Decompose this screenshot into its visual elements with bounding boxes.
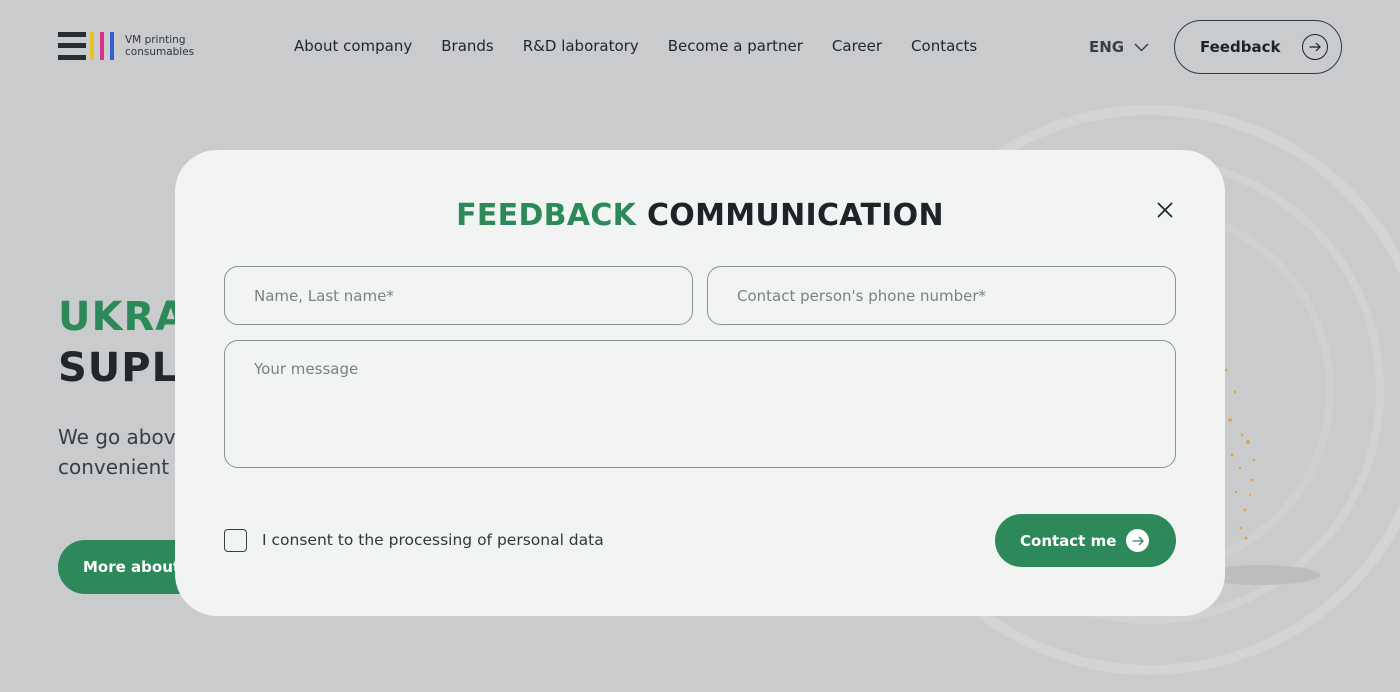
phone-field[interactable] (707, 266, 1176, 325)
feedback-button-label: Feedback (1200, 38, 1281, 56)
logo-text: VM printing consumables (125, 34, 194, 58)
nav-about-company[interactable]: About company (294, 37, 412, 55)
nav-rd-laboratory[interactable]: R&D laboratory (523, 37, 639, 55)
message-field[interactable] (224, 340, 1176, 468)
feedback-button[interactable]: Feedback (1174, 20, 1342, 74)
hero-title-line1: UKRA (58, 294, 188, 340)
close-icon[interactable] (1155, 200, 1175, 220)
logo-text-line2: consumables (125, 46, 195, 58)
logo-mark-icon (58, 32, 118, 60)
site-header: VM printing consumables About company Br… (0, 0, 1400, 92)
logo[interactable]: VM printing consumables (58, 32, 194, 60)
language-selector[interactable]: ENG (1089, 38, 1149, 56)
hero-text-line1: We go above (58, 425, 188, 449)
arrow-right-icon (1126, 529, 1149, 552)
modal-title-green: FEEDBACK (456, 198, 637, 233)
contact-me-button[interactable]: Contact me (995, 514, 1176, 567)
main-nav: About company Brands R&D laboratory Beco… (294, 37, 1006, 55)
hero-title-line2: SUPLI (58, 345, 194, 391)
name-field[interactable] (224, 266, 693, 325)
consent-checkbox[interactable] (224, 529, 247, 552)
chevron-down-icon (1134, 42, 1149, 52)
logo-text-line1: VM printing (125, 34, 186, 46)
modal-title-dark: COMMUNICATION (646, 198, 944, 233)
arrow-right-circle-icon (1302, 34, 1328, 60)
nav-brands[interactable]: Brands (441, 37, 494, 55)
language-label: ENG (1089, 38, 1125, 56)
consent-label: I consent to the processing of personal … (262, 531, 604, 549)
hero-text-line2: convenient f (58, 455, 183, 479)
feedback-modal: FEEDBACK COMMUNICATION I consent to the … (175, 150, 1225, 616)
nav-career[interactable]: Career (832, 37, 882, 55)
modal-title: FEEDBACK COMMUNICATION (175, 198, 1225, 233)
contact-me-label: Contact me (1020, 531, 1117, 550)
nav-contacts[interactable]: Contacts (911, 37, 977, 55)
nav-become-partner[interactable]: Become a partner (668, 37, 803, 55)
